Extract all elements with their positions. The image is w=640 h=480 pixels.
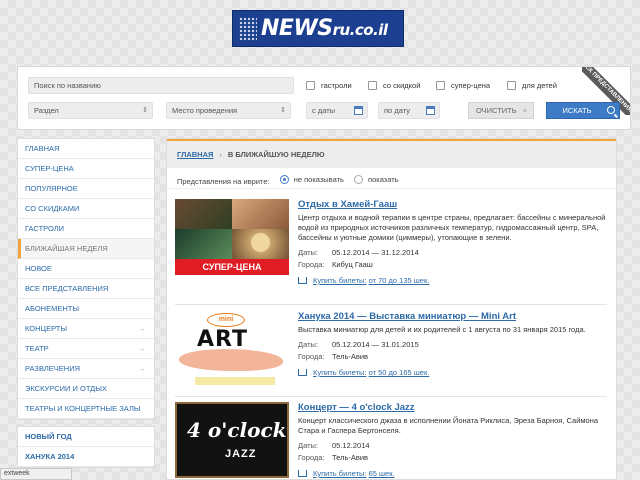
event-meta: Даты: 05.12.2014 — 31.12.2014 Города: Кибу… [298, 248, 419, 269]
updown-icon: ⇕ [280, 107, 286, 114]
calendar-icon[interactable] [354, 106, 363, 115]
search-panel: ПОИСК ПРЕДСТАВЛЕНИЯ: Поиск по названию г… [17, 66, 631, 130]
event-image[interactable]: 4 o'clock JAZZ [175, 402, 289, 478]
sidebar-item-home[interactable]: ГЛАВНАЯ [18, 139, 154, 159]
sidebar-item-entertainment[interactable]: РАЗВЛЕЧЕНИЯ → [18, 359, 154, 379]
calendar-icon[interactable] [426, 106, 435, 115]
search-icon [607, 106, 615, 114]
event-description: Концерт классического джаза в исполнении… [298, 416, 599, 435]
checkbox-discount[interactable]: со скидкой [368, 81, 420, 90]
logo-name: NEWS [261, 16, 333, 41]
sidebar-item-popular[interactable]: ПОПУЛЯРНОЕ [18, 179, 154, 199]
sidebar-item-all-shows[interactable]: ВСЕ ПРЕДСТАВЛЕНИЯ [18, 279, 154, 299]
breadcrumb-current: В БЛИЖАЙШУЮ НЕДЕЛЮ [227, 150, 325, 159]
event-image[interactable]: mini ART [175, 311, 289, 387]
browser-status-bar: extweek [0, 468, 72, 480]
checkbox-kids[interactable]: для детей [507, 81, 557, 90]
date-from-input[interactable]: с даты [306, 102, 368, 119]
event-title[interactable]: Концерт — 4 o'clock Jazz [298, 402, 607, 413]
event-description: Центр отдыха и водной терапии в центре с… [298, 213, 606, 242]
checkbox-tours[interactable]: гастроли [306, 81, 352, 90]
search-input[interactable]: Поиск по названию [28, 77, 294, 94]
event-meta: Даты: 05.12.2014 Города: Тель-Авив [298, 441, 370, 462]
chevron-right-icon: › [219, 150, 222, 159]
buy-tickets[interactable]: Купить билеты: 65 шек. [298, 469, 607, 478]
venue-select[interactable]: Место проведения ⇕ [166, 102, 291, 119]
event-meta: Даты: 05.12.2014 — 31.01.2015 Города: Тель… [298, 340, 419, 361]
hand-image [179, 349, 283, 371]
event-title[interactable]: Ханука 2014 — Выставка миниатюр — Mini A… [298, 311, 607, 322]
event-dates: 05.12.2014 [332, 441, 370, 450]
radio-unselected[interactable] [354, 175, 364, 184]
logo-domain: ru.co.il [332, 21, 388, 39]
sidebar-item-this-week[interactable]: БЛИЖАЙШАЯ НЕДЕЛЯ [18, 239, 154, 259]
checkbox-super-price[interactable]: супер-цена [436, 81, 490, 90]
site-logo[interactable]: NEWSru.co.il [232, 10, 404, 47]
arrow-right-icon: → [138, 324, 146, 333]
event-info: Концерт — 4 o'clock Jazz Концерт классич… [298, 402, 607, 478]
event-cities: Тель-Авив [332, 453, 369, 462]
event-dates: 05.12.2014 — 31.12.2014 [332, 248, 419, 257]
super-price-badge: СУПЕР-ЦЕНА [175, 259, 289, 275]
mini-logo: mini [207, 313, 245, 327]
sidebar-extra: НОВЫЙ ГОД ХАНУКА 2014 [17, 426, 155, 468]
event-description: Выставка миниатюр для детей и их родител… [298, 325, 586, 334]
sidebar-item-new-year[interactable]: НОВЫЙ ГОД [18, 427, 154, 447]
checkbox-box[interactable] [436, 81, 445, 90]
radio-show-hebrew[interactable]: показать [354, 175, 399, 184]
checkbox-box[interactable] [507, 81, 516, 90]
breadcrumb: ГЛАВНАЯ › В БЛИЖАЙШУЮ НЕДЕЛЮ [167, 139, 616, 168]
arrow-right-icon: → [138, 364, 146, 373]
sidebar-item-theatre[interactable]: ТЕАТР → [18, 339, 154, 359]
radio-selected[interactable] [279, 175, 289, 184]
search-button[interactable]: ИСКАТЬ [546, 102, 620, 119]
buy-tickets[interactable]: Купить билеты: от 70 до 135 шек. [298, 276, 607, 285]
date-to-input[interactable]: по дату [378, 102, 440, 119]
sidebar-item-venues[interactable]: ТЕАТРЫ И КОНЦЕРТНЫЕ ЗАЛЫ [18, 399, 154, 419]
logo-dots-icon [239, 16, 257, 41]
event-cities: Тель-Авив [332, 352, 369, 361]
event-cities: Кибуц Гааш [332, 260, 373, 269]
sidebar-menu: ГЛАВНАЯ СУПЕР-ЦЕНА ПОПУЛЯРНОЕ СО СКИДКАМ… [17, 138, 155, 420]
sidebar-item-new[interactable]: НОВОЕ [18, 259, 154, 279]
sidebar-item-concerts[interactable]: КОНЦЕРТЫ → [18, 319, 154, 339]
checkbox-box[interactable] [368, 81, 377, 90]
cart-icon [298, 470, 307, 477]
close-icon: × [522, 106, 527, 115]
event-dates: 05.12.2014 — 31.01.2015 [332, 340, 419, 349]
sidebar-item-excursions[interactable]: ЭКСКУРСИИ И ОТДЫХ [18, 379, 154, 399]
radio-hide-hebrew[interactable]: не показывать [279, 175, 344, 184]
hebrew-filter: Представления на иврите: не показывать п… [167, 168, 616, 189]
sidebar-item-hanukkah[interactable]: ХАНУКА 2014 [18, 447, 154, 467]
event-title[interactable]: Отдых в Хамей-Гааш [298, 199, 607, 210]
arrow-right-icon: → [138, 344, 146, 353]
event-card: mini ART Ханука 2014 — Выставка миниатюр… [175, 311, 607, 397]
sidebar-item-discounts[interactable]: СО СКИДКАМИ [18, 199, 154, 219]
updown-icon: ⇕ [142, 107, 148, 114]
sidebar-item-tours[interactable]: ГАСТРОЛИ [18, 219, 154, 239]
event-info: Отдых в Хамей-Гааш Центр отдыха и водной… [298, 199, 607, 285]
cart-icon [298, 369, 307, 376]
breadcrumb-home[interactable]: ГЛАВНАЯ [177, 150, 213, 159]
sidebar-item-subscriptions[interactable]: АБОНЕМЕНТЫ [18, 299, 154, 319]
section-select[interactable]: Раздел ⇕ [28, 102, 153, 119]
hebrew-filter-label: Представления на иврите: [177, 177, 270, 186]
main-content: ГЛАВНАЯ › В БЛИЖАЙШУЮ НЕДЕЛЮ Представления… [166, 138, 617, 480]
event-card: СУПЕР-ЦЕНА Отдых в Хамей-Гааш Центр отды… [175, 199, 607, 305]
buy-tickets[interactable]: Купить билеты: от 50 до 165 шек. [298, 368, 607, 377]
clear-button[interactable]: ОЧИСТИТЬ × [468, 102, 534, 119]
event-info: Ханука 2014 — Выставка миниатюр — Mini A… [298, 311, 607, 377]
event-image[interactable]: СУПЕР-ЦЕНА [175, 199, 289, 275]
sidebar: ГЛАВНАЯ СУПЕР-ЦЕНА ПОПУЛЯРНОЕ СО СКИДКАМ… [17, 138, 155, 468]
event-card: 4 o'clock JAZZ Концерт — 4 o'clock Jazz … [175, 402, 607, 479]
cart-icon [298, 277, 307, 284]
sidebar-item-super-price[interactable]: СУПЕР-ЦЕНА [18, 159, 154, 179]
checkbox-box[interactable] [306, 81, 315, 90]
